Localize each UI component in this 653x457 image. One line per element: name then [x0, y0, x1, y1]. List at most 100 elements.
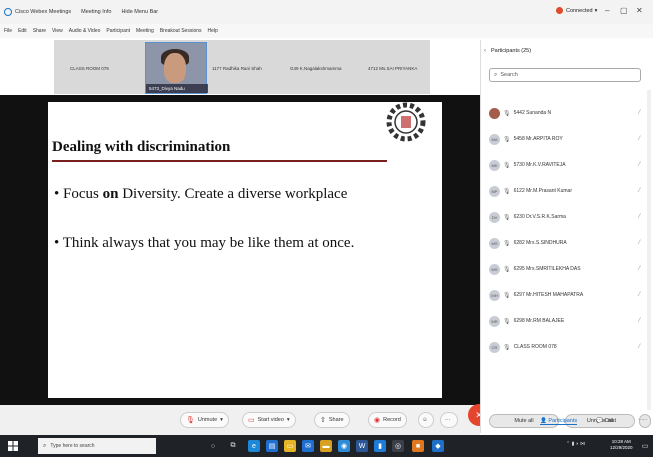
- zoom-icon[interactable]: ▮: [374, 440, 386, 452]
- video-strip: CLASS ROOM 078 1177 Radhika Rani Shah G4…: [54, 40, 430, 94]
- unmute-button[interactable]: 🎙 Unmute ▾: [180, 412, 229, 428]
- file-explorer-icon[interactable]: ▭: [284, 440, 296, 452]
- mic-status-icon: ⁄: [639, 188, 641, 194]
- participant-row[interactable]: MS 🎙 6295 Mrs.SMRITILEKHA DAS ⁄: [489, 262, 649, 276]
- reactions-button[interactable]: ☺: [418, 412, 434, 428]
- participant-row[interactable]: MR 🎙 6298 Mr.RM BALAJEE ⁄: [489, 314, 649, 328]
- menu-help[interactable]: Help: [208, 28, 218, 34]
- video-tile-label[interactable]: 4712 Ms.SAI PRIYANKA: [368, 66, 417, 71]
- participant-row[interactable]: MH 🎙 6297 Mr.HITESH MAHAPATRA ⁄: [489, 288, 649, 302]
- bullet-1-bold: on: [102, 186, 119, 202]
- system-tray[interactable]: ⌃ ▮ ◗ ⋈: [566, 441, 585, 447]
- menu-edit[interactable]: Edit: [18, 28, 27, 34]
- participant-name: 6122 Mr.M.Prasant Kumar: [513, 188, 572, 194]
- video-tile-label[interactable]: G49 K.Nagalakshmamma: [290, 66, 342, 71]
- participant-name: 6298 Mr.RM BALAJEE: [513, 318, 565, 324]
- mic-muted-icon: 🎙: [503, 240, 511, 247]
- menu-share[interactable]: Share: [33, 28, 46, 34]
- participants-panel-title: Participants (25): [491, 48, 532, 54]
- connection-icon: [556, 7, 563, 14]
- mic-muted-icon: 🎙: [503, 110, 511, 117]
- webex-taskbar-icon[interactable]: ◎: [392, 440, 404, 452]
- meeting-controls-bar: 🎙 Unmute ▾ ▭ Start video ▾ ⇧ Share ◉ Record ☺ …: [0, 405, 480, 435]
- task-view-icon[interactable]: ⧉: [227, 440, 239, 452]
- menu-breakout-sessions[interactable]: Breakout Sessions: [160, 28, 202, 34]
- search-icon: ⌕: [494, 71, 498, 78]
- menu-meeting[interactable]: Meeting: [136, 28, 154, 34]
- participant-name: 5458 Mr.ARPITA ROY: [513, 136, 563, 142]
- more-options-button[interactable]: ···: [440, 412, 458, 428]
- participant-row[interactable]: DV 🎙 6230 Dr.V.S.R.K.Sarma ⁄: [489, 210, 649, 224]
- institute-logo-icon: [386, 102, 426, 142]
- word-icon[interactable]: W: [356, 440, 368, 452]
- webex-meetings-icon[interactable]: ◆: [432, 440, 444, 452]
- participant-row[interactable]: MA 🎙 5458 Mr.ARPITA ROY ⁄: [489, 132, 649, 146]
- webex-logo-icon: [4, 8, 12, 16]
- edge-icon[interactable]: e: [248, 440, 260, 452]
- menu-participant[interactable]: Participant: [106, 28, 130, 34]
- participant-name: 6297 Mr.HITESH MAHAPATRA: [513, 292, 584, 298]
- avatar: MP: [489, 185, 500, 197]
- participant-row[interactable]: CR 🎙 CLASS ROOM 078 ⁄: [489, 340, 649, 354]
- participant-search-input[interactable]: ⌕ Search: [489, 68, 641, 82]
- clock-date: 12/29/2020: [610, 445, 633, 450]
- avatar: MS: [489, 263, 500, 275]
- mail-icon[interactable]: ✉: [302, 440, 314, 452]
- close-icon[interactable]: ✕: [636, 6, 643, 15]
- panel-tabs: 👤 Participants 💬 Chat ⋯: [480, 411, 653, 431]
- avatar: [489, 107, 500, 119]
- participant-name: 6282 Mrs.S.SINDHURA: [513, 240, 567, 246]
- notifications-icon[interactable]: ▭: [640, 440, 650, 452]
- participant-name: 6230 Dr.V.S.R.K.Sarma: [513, 214, 566, 220]
- video-tile-label[interactable]: CLASS ROOM 078: [70, 66, 109, 71]
- taskbar-search-input[interactable]: ⌕ Type here to search: [38, 438, 156, 454]
- start-video-button[interactable]: ▭ Start video ▾: [242, 412, 296, 428]
- participant-name: 6295 Mrs.SMRITILEKHA DAS: [513, 266, 581, 272]
- cortana-icon[interactable]: ○: [207, 440, 219, 452]
- mic-status-icon: ⁄: [639, 240, 641, 246]
- more-panels-icon[interactable]: ⋯: [638, 418, 644, 424]
- hide-menu-bar-button[interactable]: Hide Menu Bar: [121, 9, 158, 15]
- slide-bullet-2: • Think always that you may be like them…: [54, 235, 355, 251]
- record-button[interactable]: ◉ Record: [368, 412, 407, 428]
- smiley-icon: ☺: [422, 417, 428, 423]
- mic-muted-icon: 🎙: [503, 344, 511, 351]
- tab-participants[interactable]: 👤 Participants: [540, 418, 578, 425]
- tab-chat-label: Chat: [604, 418, 617, 424]
- chrome-icon[interactable]: ◉: [338, 440, 350, 452]
- share-button[interactable]: ⇧ Share: [314, 412, 350, 428]
- menu-file[interactable]: File: [4, 28, 12, 34]
- slide-title: Dealing with discrimination: [52, 139, 231, 155]
- collapse-panel-icon[interactable]: ‹: [484, 48, 486, 54]
- slide-title-underline: [52, 160, 387, 162]
- maximize-icon[interactable]: ▢: [620, 6, 628, 15]
- participant-row[interactable]: MP 🎙 6122 Mr.M.Prasant Kumar ⁄: [489, 184, 649, 198]
- participant-row[interactable]: MS 🎙 6282 Mrs.S.SINDHURA ⁄: [489, 236, 649, 250]
- search-icon: ⌕: [43, 442, 47, 449]
- avatar: MA: [489, 133, 500, 145]
- menu-view[interactable]: View: [52, 28, 63, 34]
- connection-status[interactable]: Connected ▾: [556, 7, 597, 14]
- participant-row[interactable]: 🎙 5442 Sunanda N ⁄: [489, 106, 649, 120]
- record-icon: ◉: [374, 417, 381, 424]
- video-tile-label[interactable]: 1177 Radhika Rani Shah: [212, 66, 262, 71]
- mic-status-icon: ⁄: [639, 110, 641, 116]
- taskbar-clock[interactable]: 10:28 AM 12/29/2020: [610, 439, 633, 451]
- participant-row[interactable]: MK 🎙 5730 Mr.K.V.RAVITEJA ⁄: [489, 158, 649, 172]
- store-icon[interactable]: ▤: [266, 440, 278, 452]
- meeting-info-link[interactable]: Meeting Info: [81, 9, 111, 15]
- windows-start-icon[interactable]: [8, 441, 18, 451]
- avatar: MH: [489, 289, 500, 301]
- mic-status-icon: ⁄: [639, 162, 641, 168]
- menu-audio-video[interactable]: Audio & Video: [69, 28, 101, 34]
- participants-panel: ‹ Participants (25) ⌕ Search 🎙 5442 Sunan…: [480, 40, 653, 433]
- record-label: Record: [383, 417, 401, 423]
- tab-chat[interactable]: 💬 Chat: [596, 418, 616, 424]
- folder-icon[interactable]: ▬: [320, 440, 332, 452]
- slide-bullet-1: • Focus on Diversity. Create a diverse w…: [54, 186, 347, 203]
- mic-muted-icon: 🎙: [503, 318, 511, 325]
- self-video-view[interactable]: 5473_Divya Nadu: [145, 42, 208, 94]
- minimize-icon[interactable]: –: [605, 6, 609, 15]
- mic-status-icon: ⁄: [639, 214, 641, 220]
- app-icon[interactable]: ■: [412, 440, 424, 452]
